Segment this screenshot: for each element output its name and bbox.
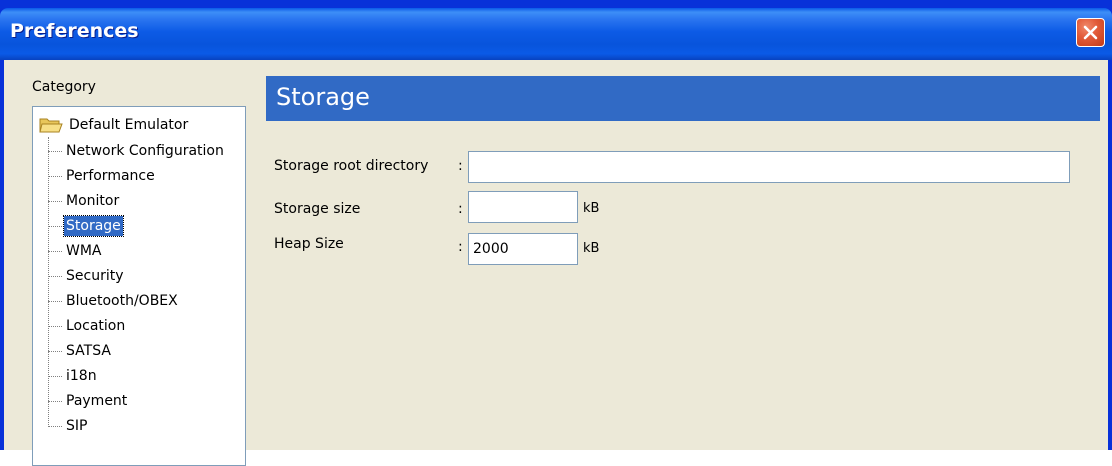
tree-item-location[interactable]: Location [48, 315, 127, 337]
storage-size-label: Storage size [274, 201, 361, 217]
tree-item-label: Network Configuration [66, 143, 224, 159]
tree-item-label: SIP [66, 418, 88, 434]
storage-root-directory-label: Storage root directory [274, 158, 429, 174]
tree-item-storage[interactable]: Storage [48, 215, 124, 237]
close-icon [1083, 25, 1098, 40]
heap-size-unit: kB [583, 241, 600, 256]
preferences-window: Preferences Category Default Emulator Ne… [0, 0, 1112, 466]
tree-item-label: Security [66, 268, 124, 284]
colon: : [458, 239, 463, 255]
tree-item-label: WMA [66, 243, 102, 259]
tree-item-label: Bluetooth/OBEX [66, 293, 178, 309]
tree-item-label: i18n [66, 368, 97, 384]
folder-open-icon [39, 118, 63, 133]
tree-item-payment[interactable]: Payment [48, 390, 129, 412]
tree-item-label: Payment [66, 393, 128, 409]
tree-item-label: Performance [66, 168, 155, 184]
tree-item-wma[interactable]: WMA [48, 240, 104, 262]
tree-root-default-emulator[interactable]: Default Emulator [39, 115, 188, 135]
panel-title: Storage [276, 83, 370, 111]
dialog-client-area: Category Default Emulator Network Config… [4, 60, 1108, 466]
tree-item-monitor[interactable]: Monitor [48, 190, 121, 212]
colon: : [458, 158, 463, 174]
tree-item-satsa[interactable]: SATSA [48, 340, 113, 362]
tree-root-label: Default Emulator [69, 117, 189, 133]
tree-item-bluetooth-obex[interactable]: Bluetooth/OBEX [48, 290, 180, 312]
heap-size-input[interactable] [468, 233, 578, 265]
title-bar[interactable]: Preferences [0, 8, 1112, 60]
tree-item-network-configuration[interactable]: Network Configuration [48, 140, 226, 162]
tree-item-label: Location [66, 318, 126, 334]
storage-size-input[interactable] [468, 191, 578, 223]
colon: : [458, 201, 463, 217]
storage-root-directory-input[interactable] [468, 151, 1070, 183]
category-tree[interactable]: Default Emulator Network Configuration P… [32, 106, 246, 466]
window-title: Preferences [10, 20, 139, 42]
panel-header: Storage [266, 76, 1100, 121]
tree-item-label: SATSA [66, 343, 111, 359]
tree-item-i18n[interactable]: i18n [48, 365, 99, 387]
close-button[interactable] [1076, 18, 1105, 47]
tree-item-security[interactable]: Security [48, 265, 126, 287]
heap-size-label: Heap Size [274, 236, 344, 252]
category-label: Category [32, 79, 96, 95]
storage-size-unit: kB [583, 201, 600, 216]
tree-item-sip[interactable]: SIP [48, 415, 89, 437]
tree-item-label: Monitor [66, 193, 120, 209]
tree-item-label-selected: Storage [63, 215, 124, 237]
tree-item-performance[interactable]: Performance [48, 165, 157, 187]
